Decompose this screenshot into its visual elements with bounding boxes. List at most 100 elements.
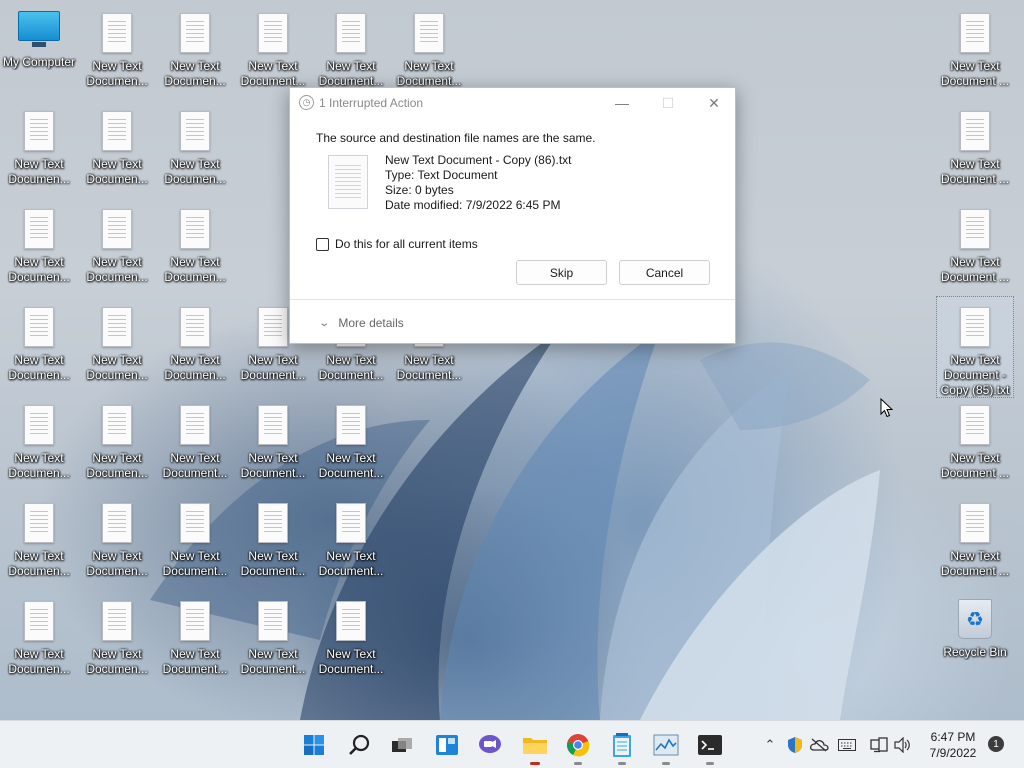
text-file-icon — [258, 405, 288, 445]
desktop-icon-label: New Text Documen... — [164, 255, 226, 284]
file-size: Size: 0 bytes — [385, 183, 454, 197]
minimize-button[interactable]: — — [599, 88, 645, 118]
show-hidden-icons-button[interactable]: ⌃ — [760, 735, 780, 755]
skip-button[interactable]: Skip — [516, 260, 607, 285]
file-date-modified: Date modified: 7/9/2022 6:45 PM — [385, 198, 561, 212]
widgets-icon — [436, 735, 458, 755]
desktop-icon-label: New Text Document ... — [940, 157, 1010, 186]
desktop-icon-label: New Text Document... — [240, 59, 306, 88]
desktop-icon-label: New Text Documen... — [86, 157, 148, 186]
text-file-icon — [336, 13, 366, 53]
running-indicator — [662, 762, 670, 765]
taskbar-widgets[interactable] — [431, 729, 463, 761]
desktop-icon-text-document[interactable]: New Text Document... — [235, 591, 311, 681]
network-icon — [870, 737, 888, 753]
desktop-icon-text-document[interactable]: New Text Documen... — [79, 493, 155, 583]
text-file-icon — [24, 209, 54, 249]
desktop-icon-text-document[interactable]: New Text Document... — [313, 493, 389, 583]
desktop-icon-text-document[interactable]: New Text Document... — [313, 591, 389, 681]
taskbar-search[interactable] — [343, 729, 375, 761]
taskbar-clock[interactable]: 6:47 PM 7/9/2022 — [918, 729, 988, 761]
desktop-icon-text-document[interactable]: New Text Document... — [235, 3, 311, 93]
cancel-button[interactable]: Cancel — [619, 260, 710, 285]
desktop-icon-text-document[interactable]: New Text Document... — [313, 3, 389, 93]
desktop-icon-text-document[interactable]: New Text Documen... — [79, 591, 155, 681]
desktop-icon-text-document[interactable]: New Text Documen... — [1, 591, 77, 681]
text-file-icon — [102, 307, 132, 347]
tray-keyboard[interactable] — [837, 735, 857, 755]
desktop-icon-text-document[interactable]: New Text Documen... — [157, 297, 233, 387]
text-file-icon — [960, 307, 990, 347]
desktop-icon-selected-document[interactable]: New Text Document - Copy (85).txt — [936, 296, 1014, 398]
desktop-icon-label: New Text Document... — [396, 353, 462, 382]
desktop-icon-text-document[interactable]: New Text Document ... — [937, 3, 1013, 93]
desktop-icon-label: New Text Documen... — [8, 157, 70, 186]
desktop-icon-text-document[interactable]: New Text Documen... — [79, 395, 155, 485]
more-details-toggle[interactable]: ⌄ More details — [318, 316, 403, 330]
clock-time: 6:47 PM — [930, 730, 976, 744]
text-file-icon — [258, 13, 288, 53]
text-file-icon — [102, 405, 132, 445]
dialog-titlebar[interactable]: ◷ 1 Interrupted Action — ☐ ✕ — [290, 88, 735, 118]
desktop-icon-recycle-bin[interactable]: ♻ Recycle Bin — [937, 591, 1013, 681]
desktop-icon-text-document[interactable]: New Text Document... — [157, 493, 233, 583]
taskbar-chat[interactable] — [474, 729, 506, 761]
desktop-icon-label: New Text Documen... — [86, 353, 148, 382]
desktop-icon-label: New Text Documen... — [86, 647, 148, 676]
desktop-icon-text-document[interactable]: New Text Document ... — [937, 493, 1013, 583]
taskbar-file-explorer[interactable] — [519, 729, 551, 765]
desktop-icon-text-document[interactable]: New Text Documen... — [157, 101, 233, 191]
taskbar-start[interactable] — [298, 729, 330, 761]
close-icon: ✕ — [708, 94, 720, 111]
text-file-icon — [180, 13, 210, 53]
desktop-icon-text-document[interactable]: New Text Document... — [157, 591, 233, 681]
desktop-icon-text-document[interactable]: New Text Document... — [391, 3, 467, 93]
tray-network[interactable] — [869, 735, 889, 755]
desktop-icon-text-document[interactable]: New Text Document... — [313, 395, 389, 485]
desktop-icon-label: New Text Document... — [240, 647, 306, 676]
text-file-icon — [24, 111, 54, 151]
taskbar-task-manager[interactable] — [650, 729, 682, 765]
desktop-icon-text-document[interactable]: New Text Documen... — [1, 395, 77, 485]
desktop-icon-text-document[interactable]: New Text Documen... — [1, 199, 77, 289]
text-file-icon — [102, 601, 132, 641]
desktop-icon-text-document[interactable]: New Text Document ... — [937, 395, 1013, 485]
taskbar-task-view[interactable] — [386, 729, 418, 761]
tray-volume[interactable] — [893, 735, 913, 755]
desktop-icon-text-document[interactable]: New Text Document... — [157, 395, 233, 485]
taskbar-chrome[interactable] — [562, 729, 594, 765]
tray-security[interactable] — [785, 735, 805, 755]
desktop-icon-text-document[interactable]: New Text Documen... — [79, 199, 155, 289]
desktop-icon-text-document[interactable]: New Text Document... — [235, 493, 311, 583]
desktop-icon-text-document[interactable]: New Text Document... — [235, 395, 311, 485]
desktop-icon-label: New Text Document ... — [940, 549, 1010, 578]
desktop-icon-label: My Computer — [2, 55, 76, 69]
desktop-icon-text-document[interactable]: New Text Documen... — [79, 3, 155, 93]
text-file-icon — [24, 601, 54, 641]
computer-icon — [18, 11, 60, 49]
close-button[interactable]: ✕ — [691, 88, 737, 118]
taskbar-terminal[interactable] — [694, 729, 726, 765]
apply-all-checkbox[interactable] — [316, 237, 329, 251]
desktop-icon-text-document[interactable]: New Text Document ... — [937, 199, 1013, 289]
apply-all-checkbox-row[interactable]: Do this for all current items — [316, 237, 478, 251]
desktop-icon-text-document[interactable]: New Text Documen... — [157, 199, 233, 289]
desktop-icon-text-document[interactable]: New Text Documen... — [157, 3, 233, 93]
taskbar-notepad[interactable] — [606, 729, 638, 765]
recycle-bin-icon: ♻ — [958, 599, 992, 639]
desktop-icon-text-document[interactable]: New Text Documen... — [1, 493, 77, 583]
desktop-icon-text-document[interactable]: New Text Documen... — [1, 101, 77, 191]
text-file-icon — [960, 209, 990, 249]
desktop-icon-text-document[interactable]: New Text Documen... — [79, 297, 155, 387]
notification-badge[interactable]: 1 — [988, 736, 1004, 752]
text-file-icon — [102, 111, 132, 151]
desktop-icon-label: New Text Document ... — [940, 255, 1010, 284]
desktop-icon-text-document[interactable]: New Text Document ... — [937, 101, 1013, 191]
desktop-icon-text-document[interactable]: New Text Documen... — [1, 297, 77, 387]
text-file-icon — [336, 405, 366, 445]
apply-all-label[interactable]: Do this for all current items — [335, 237, 478, 251]
desktop-icon-my-computer[interactable]: My Computer — [1, 3, 77, 93]
tray-onedrive[interactable] — [809, 735, 829, 755]
desktop-icon-label: New Text Document... — [318, 549, 384, 578]
desktop-icon-text-document[interactable]: New Text Documen... — [79, 101, 155, 191]
